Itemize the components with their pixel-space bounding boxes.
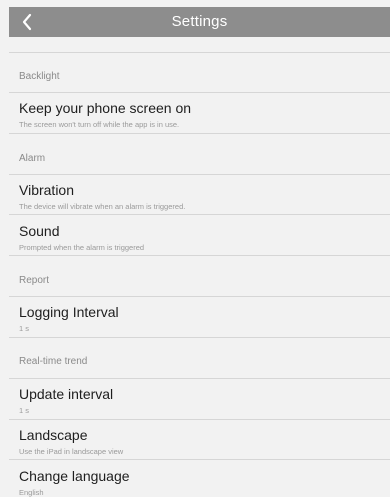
setting-title: Landscape (19, 427, 88, 443)
page-title: Settings (171, 13, 228, 30)
setting-subtitle: Use the iPad in landscape view (19, 447, 124, 456)
section-header-backlight: Backlight (19, 71, 60, 82)
divider (9, 52, 390, 53)
settings-list: Backlight Keep your phone screen on The … (9, 37, 390, 497)
section-header-report: Report (19, 275, 50, 286)
setting-sound[interactable]: Sound Prompted when the alarm is trigger… (9, 223, 390, 258)
setting-title: Keep your phone screen on (19, 100, 192, 116)
section-header-realtime-trend: Real-time trend (19, 356, 88, 367)
setting-value: 1 s (19, 324, 30, 333)
section-header-alarm: Alarm (19, 153, 46, 164)
setting-subtitle: Prompted when the alarm is triggered (19, 243, 145, 252)
setting-title: Update interval (19, 386, 114, 402)
setting-vibration[interactable]: Vibration The device will vibrate when a… (9, 182, 390, 217)
divider (9, 459, 390, 460)
setting-title: Sound (19, 223, 60, 239)
divider (9, 337, 390, 338)
divider (9, 419, 390, 420)
setting-title: Change language (19, 468, 130, 484)
navigation-bar: Settings (9, 7, 390, 37)
setting-logging-interval[interactable]: Logging Interval 1 s (9, 304, 390, 339)
divider (9, 214, 390, 215)
setting-value: English (19, 488, 44, 497)
divider (9, 133, 390, 134)
setting-update-interval[interactable]: Update interval 1 s (9, 386, 390, 421)
setting-keep-screen-on[interactable]: Keep your phone screen on The screen won… (9, 100, 390, 135)
setting-subtitle: The screen won't turn off while the app … (19, 120, 180, 129)
setting-title: Logging Interval (19, 304, 119, 320)
divider (9, 296, 390, 297)
setting-value: 1 s (19, 406, 30, 415)
setting-change-language[interactable]: Change language English (9, 468, 390, 497)
divider (9, 92, 390, 93)
setting-landscape[interactable]: Landscape Use the iPad in landscape view (9, 427, 390, 462)
divider (9, 255, 390, 256)
divider (9, 378, 390, 379)
setting-subtitle: The device will vibrate when an alarm is… (19, 202, 186, 211)
setting-title: Vibration (19, 182, 75, 198)
divider (9, 174, 390, 175)
